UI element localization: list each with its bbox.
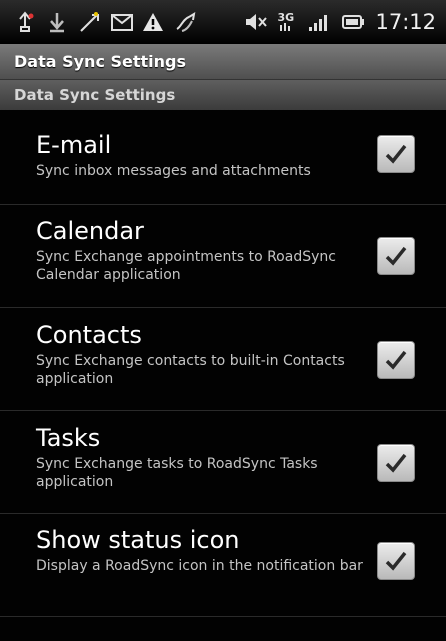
check-icon [385, 453, 407, 473]
window-title: Data Sync Settings [14, 52, 187, 71]
calendar-checkbox[interactable] [377, 237, 415, 275]
status-bar[interactable]: 3G 17:12 [0, 0, 446, 44]
setting-row-calendar[interactable]: Calendar Sync Exchange appointments to R… [0, 205, 446, 308]
setting-summary: Sync inbox messages and attachments [36, 163, 311, 179]
setting-text: Tasks Sync Exchange tasks to RoadSync Ta… [36, 423, 364, 491]
check-icon [385, 246, 407, 266]
3g-icon: 3G [275, 11, 297, 33]
setting-summary: Sync Exchange tasks to RoadSync Tasks ap… [36, 456, 318, 490]
battery-icon [341, 11, 365, 33]
signal-bars-icon [307, 11, 331, 33]
setting-text: E-mail Sync inbox messages and attachmen… [36, 130, 364, 180]
setting-text: Contacts Sync Exchange contacts to built… [36, 320, 364, 388]
setting-title: Show status icon [36, 526, 240, 554]
check-icon [385, 144, 407, 164]
section-header: Data Sync Settings [0, 80, 446, 110]
system-icons: 3G 17:12 [243, 10, 436, 34]
setting-summary: Sync Exchange appointments to RoadSync C… [36, 249, 336, 283]
show-status-icon-checkbox[interactable] [377, 542, 415, 580]
warning-icon [142, 11, 164, 33]
title-bar: Data Sync Settings [0, 44, 446, 80]
setting-summary: Display a RoadSync icon in the notificat… [36, 558, 363, 574]
setting-text: Calendar Sync Exchange appointments to R… [36, 216, 364, 284]
usb-debug-icon [14, 11, 36, 33]
setting-row-email[interactable]: E-mail Sync inbox messages and attachmen… [0, 110, 446, 205]
settings-list: E-mail Sync inbox messages and attachmen… [0, 110, 446, 641]
check-icon [385, 350, 407, 370]
notification-icons [14, 11, 243, 33]
setting-text: Show status icon Display a RoadSync icon… [36, 525, 364, 575]
setting-row-show-status-icon[interactable]: Show status icon Display a RoadSync icon… [0, 514, 446, 617]
setting-title: Calendar [36, 217, 144, 245]
sync-icon [174, 11, 196, 33]
setting-row-contacts[interactable]: Contacts Sync Exchange contacts to built… [0, 308, 446, 411]
setting-row-tasks[interactable]: Tasks Sync Exchange tasks to RoadSync Ta… [0, 411, 446, 514]
status-clock: 17:12 [375, 10, 436, 34]
tasks-checkbox[interactable] [377, 444, 415, 482]
setting-title: E-mail [36, 131, 112, 159]
setting-title: Contacts [36, 321, 142, 349]
setting-summary: Sync Exchange contacts to built-in Conta… [36, 353, 345, 387]
contacts-checkbox[interactable] [377, 341, 415, 379]
signal-strength-icon [78, 11, 100, 33]
download-icon [46, 11, 68, 33]
mail-icon [110, 11, 133, 33]
email-checkbox[interactable] [377, 135, 415, 173]
check-icon [385, 551, 407, 571]
setting-title: Tasks [36, 424, 101, 452]
section-header-label: Data Sync Settings [14, 86, 176, 104]
mute-icon [243, 11, 268, 33]
